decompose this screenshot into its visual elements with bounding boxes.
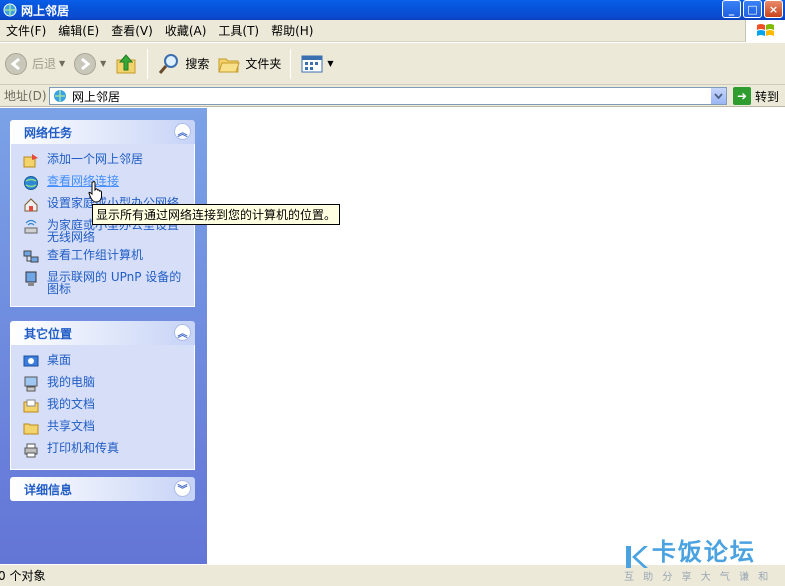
views-button[interactable]: ▼ xyxy=(296,47,337,81)
maximize-button[interactable]: □ xyxy=(743,0,762,18)
my-documents-icon xyxy=(23,399,39,413)
address-label: 地址(D) xyxy=(4,89,47,103)
back-arrow-icon xyxy=(5,52,27,75)
details-header[interactable]: 详细信息 ︾ xyxy=(10,477,195,501)
tooltip: 显示所有通过网络连接到您的计算机的位置。 xyxy=(92,204,341,225)
views-dropdown-icon[interactable]: ▼ xyxy=(327,59,333,68)
watermark-name: 卡饭论坛 xyxy=(651,538,756,566)
search-label: 搜索 xyxy=(185,57,210,71)
menu-file[interactable]: 文件(F) xyxy=(0,20,52,42)
wireless-network-icon xyxy=(24,219,38,234)
folders-icon xyxy=(218,58,241,72)
search-button[interactable]: 搜索 xyxy=(153,47,213,81)
place-shared-documents[interactable]: 共享文档 xyxy=(11,417,194,439)
go-button[interactable]: ➜ 转到 xyxy=(733,87,779,105)
address-input[interactable]: 网上邻居 xyxy=(49,87,727,105)
task-add-network-place[interactable]: 添加一个网上邻居 xyxy=(11,150,194,172)
details-panel: 详细信息 ︾ xyxy=(10,477,195,501)
status-text: 0 个对象 xyxy=(0,569,46,583)
network-tasks-header[interactable]: 网络任务 ︽ xyxy=(10,120,195,144)
watermark-slogan: 互 助 分 享 大 气 谦 和 xyxy=(624,571,772,583)
close-button[interactable]: × xyxy=(764,0,783,18)
toolbar-separator xyxy=(147,48,149,79)
up-button[interactable] xyxy=(110,47,142,81)
collapse-icon[interactable]: ︽ xyxy=(174,123,191,140)
home-network-setup-icon xyxy=(24,198,38,212)
collapse-icon[interactable]: ︽ xyxy=(174,324,191,341)
forward-dropdown-icon[interactable]: ▼ xyxy=(100,59,106,68)
place-my-computer[interactable]: 我的电脑 xyxy=(11,373,194,395)
desktop-icon xyxy=(23,355,39,367)
task-pane: 网络任务 ︽ 添加一个网上邻居 查看网络连接 设置家庭或小型办公网络 为家庭或小… xyxy=(0,108,207,564)
windows-logo-icon xyxy=(745,20,785,42)
task-show-upnp[interactable]: 显示联网的 UPnP 设备的图标 xyxy=(11,268,194,298)
go-label: 转到 xyxy=(755,89,780,104)
chevron-down-icon xyxy=(714,93,723,99)
watermark-logo-icon xyxy=(626,545,648,568)
other-places-panel: 其它位置 ︽ 桌面 我的电脑 我的文档 共享文档 打印机和传真 xyxy=(10,321,195,470)
shared-documents-icon xyxy=(23,423,39,435)
views-icon xyxy=(301,55,323,72)
title-bar[interactable]: 网上邻居 _ □ × xyxy=(0,0,785,20)
network-connections-icon xyxy=(24,176,38,190)
task-view-workgroup[interactable]: 查看工作组计算机 xyxy=(11,246,194,268)
back-button[interactable]: 后退 ▼ xyxy=(0,47,69,81)
search-icon xyxy=(159,53,179,74)
upnp-device-icon xyxy=(25,271,37,286)
forward-button[interactable]: ▼ xyxy=(69,47,110,81)
minimize-button[interactable]: _ xyxy=(722,0,741,18)
content-area[interactable] xyxy=(207,108,785,564)
add-network-place-icon xyxy=(23,154,38,168)
address-dropdown-button[interactable] xyxy=(710,88,726,104)
details-title: 详细信息 xyxy=(24,482,73,497)
network-tasks-title: 网络任务 xyxy=(24,125,73,140)
go-arrow-icon: ➜ xyxy=(733,87,751,105)
printers-faxes-icon xyxy=(24,443,38,458)
back-label: 后退 xyxy=(32,57,57,71)
folders-label: 文件夹 xyxy=(245,57,282,71)
window-title: 网上邻居 xyxy=(21,3,70,18)
address-value: 网上邻居 xyxy=(72,89,121,104)
menu-help[interactable]: 帮助(H) xyxy=(265,20,319,42)
workgroup-computers-icon xyxy=(23,250,39,263)
menu-favorites[interactable]: 收藏(A) xyxy=(159,20,213,42)
toolbar: 后退 ▼ ▼ 搜索 文件夹 ▼ xyxy=(0,43,785,85)
back-dropdown-icon[interactable]: ▼ xyxy=(59,59,65,68)
other-places-header[interactable]: 其它位置 ︽ xyxy=(10,321,195,345)
network-places-icon xyxy=(54,90,66,102)
place-desktop[interactable]: 桌面 xyxy=(11,351,194,373)
other-places-title: 其它位置 xyxy=(24,326,73,341)
my-computer-icon xyxy=(24,376,38,392)
expand-icon[interactable]: ︾ xyxy=(174,480,191,497)
watermark: 卡饭论坛 互 助 分 享 大 气 谦 和 xyxy=(624,532,771,583)
hand-cursor-icon xyxy=(88,181,102,203)
toolbar-separator xyxy=(290,48,292,79)
menu-tools[interactable]: 工具(T) xyxy=(212,20,265,42)
folders-button[interactable]: 文件夹 xyxy=(213,47,285,81)
network-places-icon xyxy=(3,3,17,17)
folder-up-icon xyxy=(116,53,136,73)
menu-edit[interactable]: 编辑(E) xyxy=(52,20,105,42)
place-printers-faxes[interactable]: 打印机和传真 xyxy=(11,439,194,461)
place-my-documents[interactable]: 我的文档 xyxy=(11,395,194,417)
forward-arrow-icon xyxy=(74,52,97,75)
address-bar: 地址(D) 网上邻居 ➜ 转到 xyxy=(0,85,785,107)
menu-view[interactable]: 查看(V) xyxy=(105,20,159,42)
menu-bar: 文件(F) 编辑(E) 查看(V) 收藏(A) 工具(T) 帮助(H) xyxy=(0,20,785,42)
